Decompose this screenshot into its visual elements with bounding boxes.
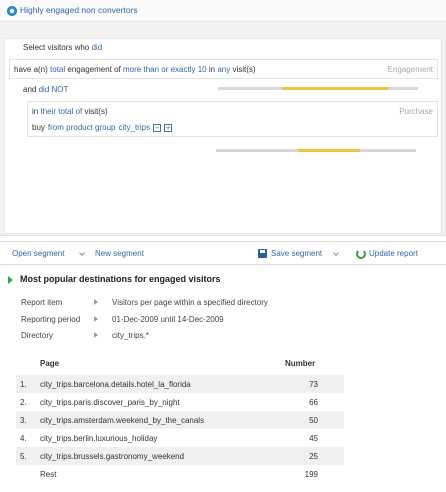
table-row[interactable]: 2. city_trips.paris.discover_paris_by_ni…	[16, 393, 344, 411]
update-report-button[interactable]: Update report	[369, 249, 418, 258]
engagement-range-fill	[282, 87, 388, 90]
chevron-down-icon[interactable]	[333, 250, 339, 256]
purchase-range-fill	[298, 149, 360, 152]
cond1-in-text: in	[208, 65, 216, 74]
row-number: 50	[309, 416, 318, 425]
row-page: city_trips.paris.discover_paris_by_night	[40, 398, 180, 407]
table-row[interactable]: 5. city_trips.brussels.gastronomy_weeken…	[16, 447, 344, 465]
cond1-operator-link[interactable]: more than or exactly	[123, 65, 195, 74]
save-segment-button[interactable]: Save segment	[271, 249, 322, 258]
row-number: 73	[309, 380, 318, 389]
row-page: city_trips.brussels.gastronomy_weekend	[40, 452, 185, 461]
table-row[interactable]: 3. city_trips.amsterdam.weekend_by_the_c…	[16, 411, 344, 429]
cond2-of-link[interactable]: of	[76, 107, 83, 116]
segment-title[interactable]: Highly engaged non convertors	[20, 5, 138, 15]
segment-toolbar: Open segment New segment Save segment Up…	[0, 241, 446, 265]
cond2-tag: Purchase	[399, 107, 433, 116]
meta-value-report-item: Visitors per page within a specified dir…	[112, 298, 268, 307]
segment-panel: Highly engaged non convertors Select vis…	[0, 0, 446, 236]
arrow-right-icon	[94, 316, 98, 322]
table-row[interactable]: 1. city_trips.barcelona.details.hotel_la…	[16, 375, 344, 393]
arrow-right-icon	[94, 299, 98, 305]
add-condition-button[interactable]: +	[164, 123, 173, 132]
cond2-product-group-link[interactable]: from product group	[48, 123, 116, 132]
meta-value-reporting-period: 01-Dec-2009 until 14-Dec-2009	[112, 315, 224, 324]
chevron-down-icon[interactable]	[79, 250, 85, 256]
cond1-text: have a(n)	[14, 65, 48, 74]
cond2-total-link[interactable]: their total	[40, 107, 73, 116]
save-icon[interactable]	[258, 249, 267, 258]
meta-value-directory: city_trips.*	[112, 331, 149, 340]
new-segment-button[interactable]: New segment	[95, 249, 144, 258]
select-prefix: Select visitors who	[23, 43, 90, 52]
row-index: 4.	[20, 434, 27, 443]
cond2-buy-text: buy	[32, 123, 45, 132]
table-row[interactable]: 4. city_trips.berlin.luxurious_holiday 4…	[16, 429, 344, 447]
arrow-right-icon	[94, 332, 98, 338]
row-index: 5.	[20, 452, 27, 461]
segment-icon	[7, 6, 17, 16]
cond1-value-link[interactable]: 10	[198, 65, 207, 74]
rest-label: Rest	[40, 470, 57, 479]
and-did-not-line: and did NOT	[23, 85, 68, 94]
refresh-icon[interactable]	[356, 249, 366, 259]
select-visitors-line: Select visitors who did	[23, 43, 102, 52]
row-index: 1.	[20, 380, 27, 389]
meta-label-report-item: Report item	[21, 298, 63, 307]
row-number: 66	[309, 398, 318, 407]
cond1-total-link[interactable]: total	[50, 65, 65, 74]
cond1-of-text: of	[114, 65, 121, 74]
table-row-rest: Rest 199	[16, 465, 344, 483]
column-header-page: Page	[40, 359, 60, 368]
meta-label-reporting-period: Reporting period	[21, 315, 81, 324]
row-number: 45	[309, 434, 318, 443]
row-number: 25	[309, 452, 318, 461]
row-index: 3.	[20, 416, 27, 425]
report-marker-icon	[8, 276, 13, 284]
did-not-link[interactable]: did NOT	[39, 85, 69, 94]
and-label: and	[23, 85, 37, 94]
open-segment-button[interactable]: Open segment	[12, 249, 64, 258]
rest-number: 199	[304, 470, 318, 479]
select-who-link[interactable]: did	[91, 43, 102, 52]
cond1-engagement-text: engagement	[67, 65, 112, 74]
report-title: Most popular destinations for engaged vi…	[20, 274, 221, 284]
cond1-any-link[interactable]: any	[217, 65, 230, 74]
cond1-tag: Engagement	[387, 65, 433, 74]
segment-title-bar: Highly engaged non convertors	[0, 0, 446, 22]
cond2-visits-text: visit(s)	[84, 107, 108, 116]
condition-engagement: have a(n) total engagement of more than …	[9, 59, 438, 79]
column-header-number: Number	[285, 359, 316, 368]
meta-label-directory: Directory	[21, 331, 54, 340]
row-page: city_trips.barcelona.details.hotel_la_fl…	[40, 380, 191, 389]
row-page: city_trips.berlin.luxurious_holiday	[40, 434, 158, 443]
open-segment-label: Open segment	[12, 249, 65, 258]
cond1-visits-text: visit(s)	[232, 65, 256, 74]
cond2-in-text: in	[32, 107, 39, 116]
condition-purchase: in their total of visit(s) Purchase buy …	[27, 101, 438, 137]
cond2-city-trips-link[interactable]: city_trips	[119, 123, 151, 132]
segment-builder: Select visitors who did have a(n) total …	[4, 38, 442, 234]
row-page: city_trips.amsterdam.weekend_by_the_cana…	[40, 416, 205, 425]
remove-condition-button[interactable]: −	[153, 123, 162, 132]
row-index: 2.	[20, 398, 27, 407]
